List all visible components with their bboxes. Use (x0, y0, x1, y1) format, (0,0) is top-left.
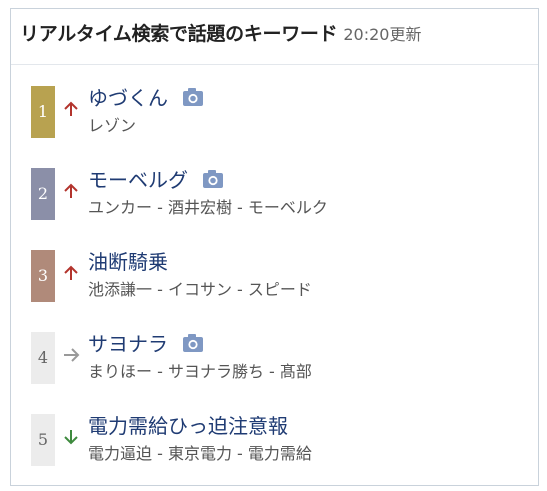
up-arrow-icon (64, 183, 78, 198)
rank-badge: 1 (31, 86, 55, 138)
list-item[interactable]: 3 油断騎乗 池添謙一 - イコサン - スピード (0, 246, 547, 306)
keyword-link[interactable]: モーベルグ (88, 167, 224, 193)
list-item[interactable]: 1 ゆづくん レゾン (0, 82, 547, 142)
camera-icon (183, 88, 204, 106)
up-arrow-icon (64, 265, 78, 280)
keyword-link[interactable]: ゆづくん (88, 85, 204, 111)
list-item[interactable]: 2 モーベルグ ユンカー - 酒井宏樹 - モーベルク (0, 164, 547, 224)
rank-badge: 5 (31, 414, 55, 466)
related-keywords[interactable]: 電力逼迫 - 東京電力 - 電力需給 (88, 444, 312, 464)
keyword-text[interactable]: ゆづくん (88, 86, 168, 110)
keyword-text[interactable]: モーベルグ (88, 168, 188, 192)
right-arrow-icon (64, 348, 80, 362)
trending-list: 1 ゆづくん レゾン 2 モーベルグ ユンカー - 酒井宏樹 - モーベルク 3… (0, 0, 547, 491)
rank-badge: 4 (31, 332, 55, 384)
related-keywords[interactable]: レゾン (88, 116, 136, 136)
down-arrow-icon (64, 430, 78, 445)
rank-badge: 2 (31, 168, 55, 220)
keyword-text[interactable]: サヨナラ (88, 332, 168, 356)
related-keywords[interactable]: ユンカー - 酒井宏樹 - モーベルク (88, 198, 328, 218)
keyword-link[interactable]: 電力需給ひっ迫注意報 (88, 413, 288, 439)
keyword-link[interactable]: 油断騎乗 (88, 249, 168, 275)
keyword-link[interactable]: サヨナラ (88, 331, 204, 357)
rank-badge: 3 (31, 250, 55, 302)
camera-icon (203, 170, 224, 188)
camera-icon (183, 334, 204, 352)
list-item[interactable]: 5 電力需給ひっ迫注意報 電力逼迫 - 東京電力 - 電力需給 (0, 410, 547, 470)
keyword-text[interactable]: 油断騎乗 (88, 250, 168, 274)
up-arrow-icon (64, 101, 78, 116)
list-item[interactable]: 4 サヨナラ まりほー - サヨナラ勝ち - 髙部 (0, 328, 547, 388)
related-keywords[interactable]: まりほー - サヨナラ勝ち - 髙部 (88, 362, 312, 382)
keyword-text[interactable]: 電力需給ひっ迫注意報 (88, 414, 288, 438)
related-keywords[interactable]: 池添謙一 - イコサン - スピード (88, 280, 312, 300)
